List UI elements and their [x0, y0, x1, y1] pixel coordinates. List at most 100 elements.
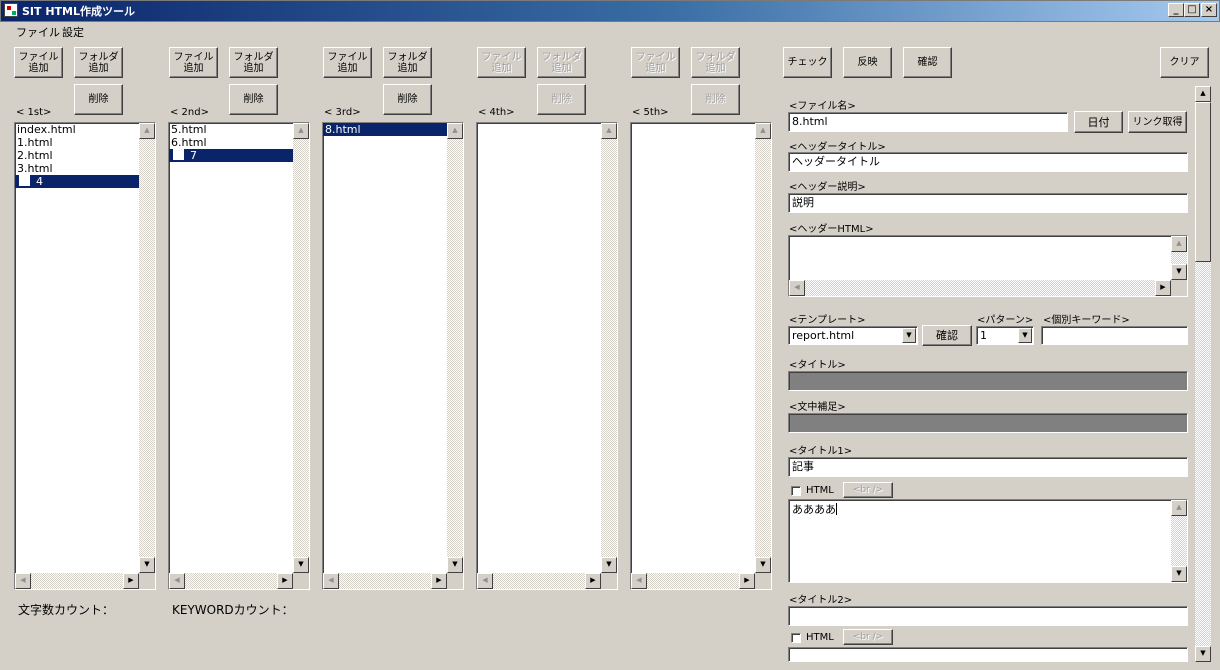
- minimize-button[interactable]: _: [1168, 3, 1184, 17]
- app-icon[interactable]: [4, 3, 18, 17]
- body1-textarea[interactable]: ああああ ▲ ▼: [788, 499, 1188, 583]
- br-button[interactable]: <br />: [843, 482, 893, 498]
- scroll-left-icon[interactable]: ◀: [323, 573, 339, 589]
- menu-settings[interactable]: 設定: [62, 24, 84, 40]
- scroll-up-icon[interactable]: ▲: [1195, 86, 1211, 102]
- horizontal-scrollbar[interactable]: ◀ ▶: [169, 573, 293, 589]
- filename-input[interactable]: 8.html: [788, 112, 1068, 132]
- confirm-button[interactable]: 確認: [903, 47, 952, 78]
- scroll-right-icon[interactable]: ▶: [1155, 280, 1171, 296]
- chevron-down-icon[interactable]: ▼: [902, 328, 916, 343]
- header-html-textarea[interactable]: ▲ ▼ ◀ ▶: [788, 235, 1188, 297]
- list-item[interactable]: 2.html: [15, 149, 155, 162]
- col2-add-folder-button[interactable]: フォルダ 追加: [229, 47, 278, 78]
- keyword-input[interactable]: [1041, 326, 1188, 345]
- check-button[interactable]: チェック: [783, 47, 832, 78]
- col3-add-file-button[interactable]: ファイル 追加: [323, 47, 372, 78]
- col4-listbox[interactable]: ▲ ▼ ◀ ▶: [476, 122, 618, 590]
- scroll-right-icon[interactable]: ▶: [431, 573, 447, 589]
- horizontal-scrollbar[interactable]: ◀ ▶: [477, 573, 601, 589]
- vertical-scrollbar[interactable]: ▲ ▼: [293, 123, 309, 573]
- scroll-down-icon[interactable]: ▼: [755, 557, 771, 573]
- title2-input[interactable]: [788, 606, 1188, 626]
- template-select[interactable]: report.html ▼: [788, 326, 918, 345]
- scroll-right-icon[interactable]: ▶: [739, 573, 755, 589]
- scroll-up-icon[interactable]: ▲: [755, 123, 771, 139]
- horizontal-scrollbar[interactable]: ◀ ▶: [789, 280, 1171, 296]
- html-checkbox[interactable]: [791, 486, 801, 496]
- vertical-scrollbar[interactable]: ▲ ▼: [601, 123, 617, 573]
- list-item[interactable]: 5.html: [169, 123, 309, 136]
- scroll-down-icon[interactable]: ▼: [1171, 264, 1187, 280]
- col2-listbox[interactable]: 5.html 6.html 7 ▲ ▼ ◀ ▶: [168, 122, 310, 590]
- col1-add-folder-button[interactable]: フォルダ 追加: [74, 47, 123, 78]
- scroll-right-icon[interactable]: ▶: [277, 573, 293, 589]
- list-item-selected[interactable]: 8.html: [323, 123, 447, 136]
- list-item-folder[interactable]: 7: [169, 149, 293, 162]
- horizontal-scrollbar[interactable]: ◀ ▶: [631, 573, 755, 589]
- scroll-down-icon[interactable]: ▼: [1195, 646, 1211, 662]
- col2-delete-button[interactable]: 削除: [229, 84, 278, 115]
- scroll-left-icon[interactable]: ◀: [789, 280, 805, 296]
- list-item[interactable]: 6.html: [169, 136, 309, 149]
- title1-input[interactable]: 記事: [788, 457, 1188, 477]
- close-button[interactable]: ×: [1201, 3, 1217, 17]
- body2-textarea[interactable]: [788, 647, 1188, 662]
- br-button-2[interactable]: <br />: [843, 629, 893, 645]
- col3-listbox[interactable]: 8.html ▲ ▼ ◀ ▶: [322, 122, 464, 590]
- col3-add-folder-button[interactable]: フォルダ 追加: [383, 47, 432, 78]
- date-button[interactable]: 日付: [1074, 111, 1123, 133]
- col5-add-folder-button[interactable]: フォルダ 追加: [691, 47, 740, 78]
- scroll-right-icon[interactable]: ▶: [123, 573, 139, 589]
- template-confirm-button[interactable]: 確認: [922, 325, 972, 346]
- col4-delete-button[interactable]: 削除: [537, 84, 586, 115]
- scroll-up-icon[interactable]: ▲: [447, 123, 463, 139]
- form-scrollbar[interactable]: ▲ ▼: [1195, 86, 1211, 662]
- scroll-up-icon[interactable]: ▲: [1171, 236, 1187, 252]
- title-input[interactable]: [788, 371, 1188, 391]
- header-title-input[interactable]: ヘッダータイトル: [788, 152, 1188, 172]
- header-desc-input[interactable]: 説明: [788, 193, 1188, 213]
- subtext-input[interactable]: [788, 413, 1188, 433]
- html-checkbox-2[interactable]: [791, 633, 801, 643]
- clear-button[interactable]: クリア: [1160, 47, 1209, 78]
- list-item[interactable]: index.html: [15, 123, 155, 136]
- chevron-down-icon[interactable]: ▼: [1018, 328, 1032, 343]
- col3-delete-button[interactable]: 削除: [383, 84, 432, 115]
- col1-listbox[interactable]: index.html 1.html 2.html 3.html 4 ▲ ▼ ◀ …: [14, 122, 156, 590]
- scroll-down-icon[interactable]: ▼: [1171, 566, 1187, 582]
- vertical-scrollbar[interactable]: ▲ ▼: [139, 123, 155, 573]
- col4-add-folder-button[interactable]: フォルダ 追加: [537, 47, 586, 78]
- col1-delete-button[interactable]: 削除: [74, 84, 123, 115]
- scroll-up-icon[interactable]: ▲: [293, 123, 309, 139]
- col1-add-file-button[interactable]: ファイル 追加: [14, 47, 63, 78]
- col5-delete-button[interactable]: 削除: [691, 84, 740, 115]
- list-item[interactable]: 1.html: [15, 136, 155, 149]
- get-link-button[interactable]: リンク取得: [1128, 111, 1187, 133]
- scroll-down-icon[interactable]: ▼: [447, 557, 463, 573]
- scroll-down-icon[interactable]: ▼: [601, 557, 617, 573]
- scroll-down-icon[interactable]: ▼: [293, 557, 309, 573]
- scroll-left-icon[interactable]: ◀: [631, 573, 647, 589]
- horizontal-scrollbar[interactable]: ◀ ▶: [323, 573, 447, 589]
- scroll-up-icon[interactable]: ▲: [139, 123, 155, 139]
- col4-add-file-button[interactable]: ファイル 追加: [477, 47, 526, 78]
- scroll-left-icon[interactable]: ◀: [169, 573, 185, 589]
- list-item[interactable]: 3.html: [15, 162, 155, 175]
- scroll-right-icon[interactable]: ▶: [585, 573, 601, 589]
- list-item-folder[interactable]: 4: [15, 175, 139, 188]
- col2-add-file-button[interactable]: ファイル 追加: [169, 47, 218, 78]
- pattern-select[interactable]: 1 ▼: [976, 326, 1034, 345]
- scroll-left-icon[interactable]: ◀: [477, 573, 493, 589]
- vertical-scrollbar[interactable]: ▲ ▼: [1171, 236, 1187, 280]
- horizontal-scrollbar[interactable]: ◀ ▶: [15, 573, 139, 589]
- vertical-scrollbar[interactable]: ▲ ▼: [755, 123, 771, 573]
- scroll-up-icon[interactable]: ▲: [1171, 500, 1187, 516]
- vertical-scrollbar[interactable]: ▲ ▼: [1171, 500, 1187, 582]
- scroll-thumb[interactable]: [1195, 102, 1211, 262]
- scroll-down-icon[interactable]: ▼: [139, 557, 155, 573]
- col5-listbox[interactable]: ▲ ▼ ◀ ▶: [630, 122, 772, 590]
- apply-button[interactable]: 反映: [843, 47, 892, 78]
- maximize-button[interactable]: □: [1184, 3, 1200, 17]
- scroll-left-icon[interactable]: ◀: [15, 573, 31, 589]
